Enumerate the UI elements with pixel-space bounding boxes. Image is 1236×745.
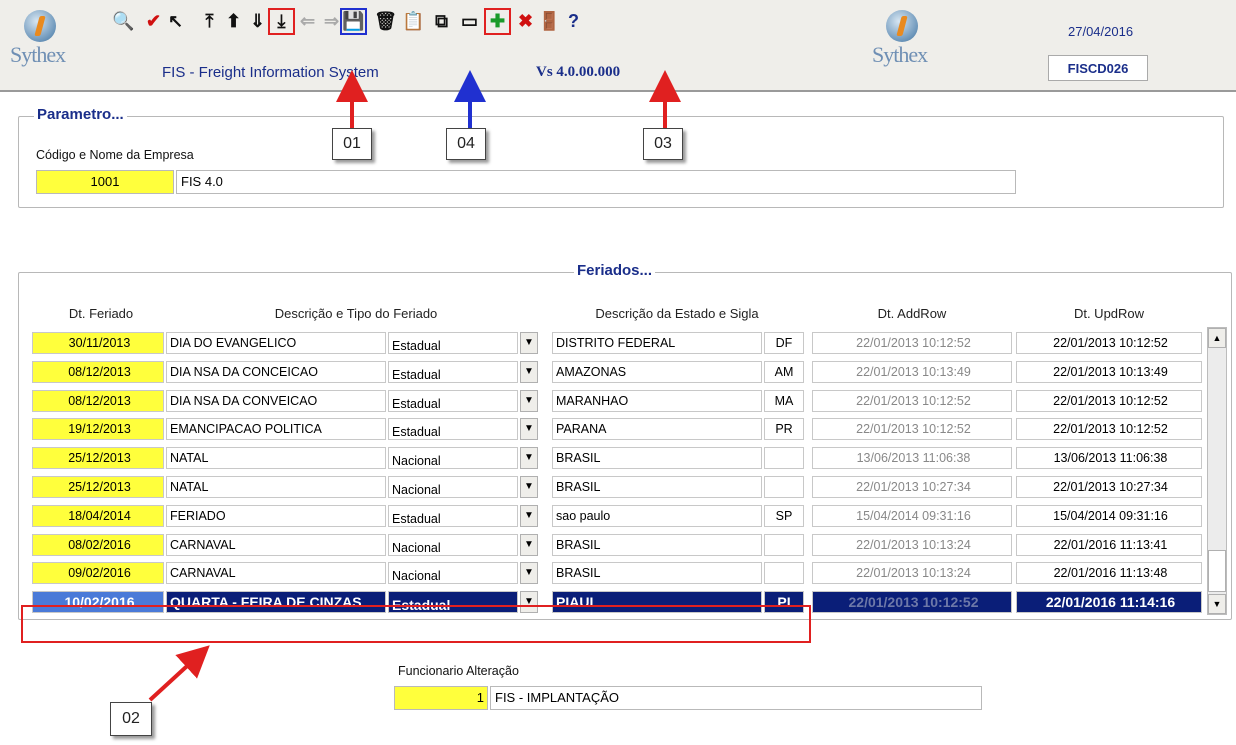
annotation-02: 02 <box>110 702 152 736</box>
annotation-01: 01 <box>332 128 372 160</box>
annotation-04: 04 <box>446 128 486 160</box>
annotation-03: 03 <box>643 128 683 160</box>
annotation-arrows <box>21 70 811 702</box>
